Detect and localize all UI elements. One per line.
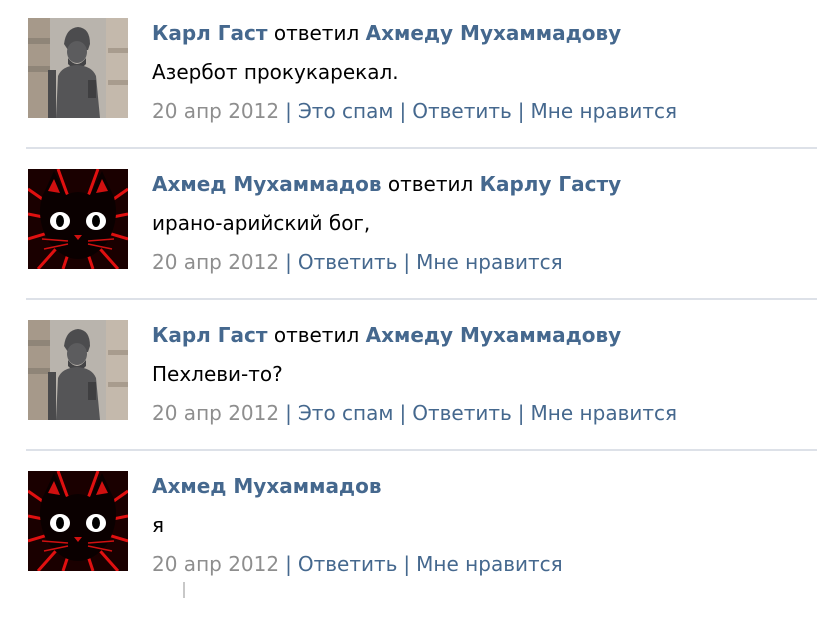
like-link[interactable]: Мне нравится bbox=[416, 250, 562, 274]
comment-divider bbox=[26, 449, 817, 451]
comment-meta: 20 апр 2012 | Это спам | Ответить | Мне нравит… bbox=[152, 96, 677, 126]
separator: | bbox=[517, 99, 525, 123]
reply-link[interactable]: Ответить bbox=[412, 401, 512, 425]
comment-meta: 20 апр 2012 | Это спам | Ответить | Мне нравит… bbox=[152, 398, 677, 428]
separator: | bbox=[285, 552, 292, 576]
text-cursor bbox=[183, 582, 185, 598]
reply-link[interactable]: Ответить bbox=[412, 99, 512, 123]
comment-date[interactable]: 20 апр 2012 bbox=[152, 401, 279, 425]
like-link[interactable]: Мне нравится bbox=[531, 401, 677, 425]
comment-date[interactable]: 20 апр 2012 bbox=[152, 99, 279, 123]
reply-verb: ответил bbox=[387, 172, 474, 196]
reply-target-link[interactable]: Ахмеду Мухаммадову bbox=[366, 323, 622, 347]
comment-text: Пехлеви-то? bbox=[152, 362, 283, 386]
separator: | bbox=[285, 401, 292, 425]
comment-text: Азербот прокукарекал. bbox=[152, 60, 399, 84]
reply-link[interactable]: Ответить bbox=[298, 552, 398, 576]
soldier-statue-avatar[interactable] bbox=[28, 18, 128, 118]
comment-header: Карл Гаст ответил Ахмеду Мухаммадову bbox=[152, 18, 621, 48]
comment-date[interactable]: 20 апр 2012 bbox=[152, 552, 279, 576]
comment-item: Карл Гаст ответил Ахмеду Мухаммадову Азе… bbox=[0, 0, 817, 151]
reply-link[interactable]: Ответить bbox=[298, 250, 398, 274]
comment-text: ирано-арийский бог, bbox=[152, 211, 371, 235]
reply-verb: ответил bbox=[273, 323, 360, 347]
comment-divider bbox=[26, 147, 817, 149]
reply-target-link[interactable]: Карлу Гасту bbox=[480, 172, 622, 196]
separator: | bbox=[517, 401, 525, 425]
comment-item: Ахмед Мухаммадов ответил Карлу Гасту ира… bbox=[0, 151, 817, 302]
author-link[interactable]: Карл Гаст bbox=[152, 21, 267, 45]
spam-link[interactable]: Это спам bbox=[298, 401, 394, 425]
comment-meta: 20 апр 2012 | Ответить | Мне нравится bbox=[152, 247, 563, 277]
reply-target-link[interactable]: Ахмеду Мухаммадову bbox=[366, 21, 622, 45]
author-link[interactable]: Ахмед Мухаммадов bbox=[152, 474, 381, 498]
soldier-statue-avatar[interactable] bbox=[28, 320, 128, 420]
author-link[interactable]: Карл Гаст bbox=[152, 323, 267, 347]
like-link[interactable]: Мне нравится bbox=[416, 552, 562, 576]
reply-verb: ответил bbox=[273, 21, 360, 45]
comment-header: Ахмед Мухаммадов bbox=[152, 471, 381, 501]
separator: | bbox=[399, 401, 407, 425]
separator: | bbox=[403, 250, 411, 274]
comment-header: Ахмед Мухаммадов ответил Карлу Гасту bbox=[152, 169, 621, 199]
separator: | bbox=[403, 552, 411, 576]
separator: | bbox=[285, 250, 292, 274]
comment-item: Карл Гаст ответил Ахмеду Мухаммадову Пех… bbox=[0, 302, 817, 453]
separator: | bbox=[285, 99, 292, 123]
comment-divider bbox=[26, 298, 817, 300]
red-cat-avatar[interactable] bbox=[28, 169, 128, 269]
separator: | bbox=[399, 99, 407, 123]
comment-meta: 20 апр 2012 | Ответить | Мне нравится bbox=[152, 549, 563, 579]
author-link[interactable]: Ахмед Мухаммадов bbox=[152, 172, 381, 196]
red-cat-avatar[interactable] bbox=[28, 471, 128, 571]
comment-item: Ахмед Мухаммадов я 20 апр 2012 | Ответить |… bbox=[0, 453, 817, 604]
spam-link[interactable]: Это спам bbox=[298, 99, 394, 123]
like-link[interactable]: Мне нравится bbox=[531, 99, 677, 123]
comment-date[interactable]: 20 апр 2012 bbox=[152, 250, 279, 274]
comment-text: я bbox=[152, 513, 165, 537]
comment-header: Карл Гаст ответил Ахмеду Мухаммадову bbox=[152, 320, 621, 350]
